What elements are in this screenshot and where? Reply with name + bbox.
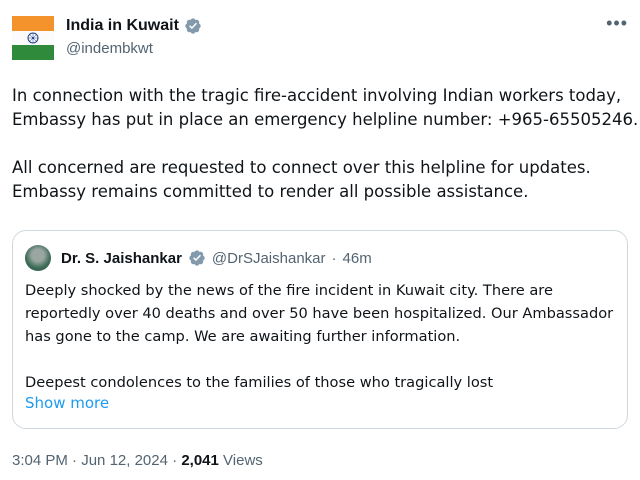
quoted-text-line: Deeply shocked by the news of the fire i…: [25, 282, 553, 299]
quoted-author-display-name[interactable]: Dr. S. Jaishankar: [61, 250, 182, 267]
quoted-tweet-header: Dr. S. Jaishankar @DrSJaishankar · 46m: [25, 245, 372, 271]
quoted-tweet-card[interactable]: Dr. S. Jaishankar @DrSJaishankar · 46m D…: [12, 230, 628, 429]
verified-badge-icon: [189, 250, 205, 266]
tweet-text-line: Embassy has put in place an emergency he…: [12, 110, 639, 129]
author-display-name[interactable]: India in Kuwait: [66, 17, 179, 35]
tweet-meta: 3:04 PM · Jun 12, 2024 · 2,041 Views: [12, 452, 263, 469]
flag-white-band: [12, 30, 54, 46]
post-time[interactable]: 3:04 PM: [12, 452, 68, 469]
ashoka-chakra-icon: [27, 32, 39, 44]
more-options-icon[interactable]: •••: [606, 14, 628, 32]
quoted-text-line: Deepest condolences to the families of t…: [25, 374, 494, 391]
meta-separator: ·: [172, 452, 178, 469]
post-date[interactable]: Jun 12, 2024: [81, 452, 168, 469]
quoted-author-avatar[interactable]: [25, 245, 51, 271]
tweet-text-line: All concerned are requested to connect o…: [12, 158, 591, 177]
flag-saffron-band: [12, 16, 54, 31]
quoted-timestamp[interactable]: 46m: [343, 250, 372, 267]
india-flag-icon[interactable]: [12, 16, 54, 60]
tweet-text: In connection with the tragic fire-accid…: [12, 84, 639, 204]
tweet-header: India in Kuwait @indembkwt •••: [12, 14, 628, 62]
tweet-text-line: Embassy remains committed to render all …: [12, 182, 529, 201]
verified-badge-icon: [185, 18, 201, 34]
show-more-link[interactable]: Show more: [25, 394, 109, 412]
views-count: 2,041: [181, 452, 219, 469]
quoted-tweet-text: Deeply shocked by the news of the fire i…: [25, 279, 615, 394]
quoted-text-line: reportedly over 40 deaths and over 50 ha…: [25, 305, 614, 322]
author-handle[interactable]: @indembkwt: [66, 40, 153, 57]
flag-green-band: [12, 45, 54, 60]
quoted-author-handle[interactable]: @DrSJaishankar: [212, 250, 326, 267]
views-label: Views: [223, 452, 263, 469]
quoted-separator: ·: [331, 249, 337, 267]
author-name-row: India in Kuwait: [66, 17, 202, 35]
tweet-text-line: In connection with the tragic fire-accid…: [12, 86, 622, 105]
quoted-text-line: has gone to the camp. We are awaiting fu…: [25, 328, 461, 345]
meta-separator: ·: [72, 452, 78, 469]
